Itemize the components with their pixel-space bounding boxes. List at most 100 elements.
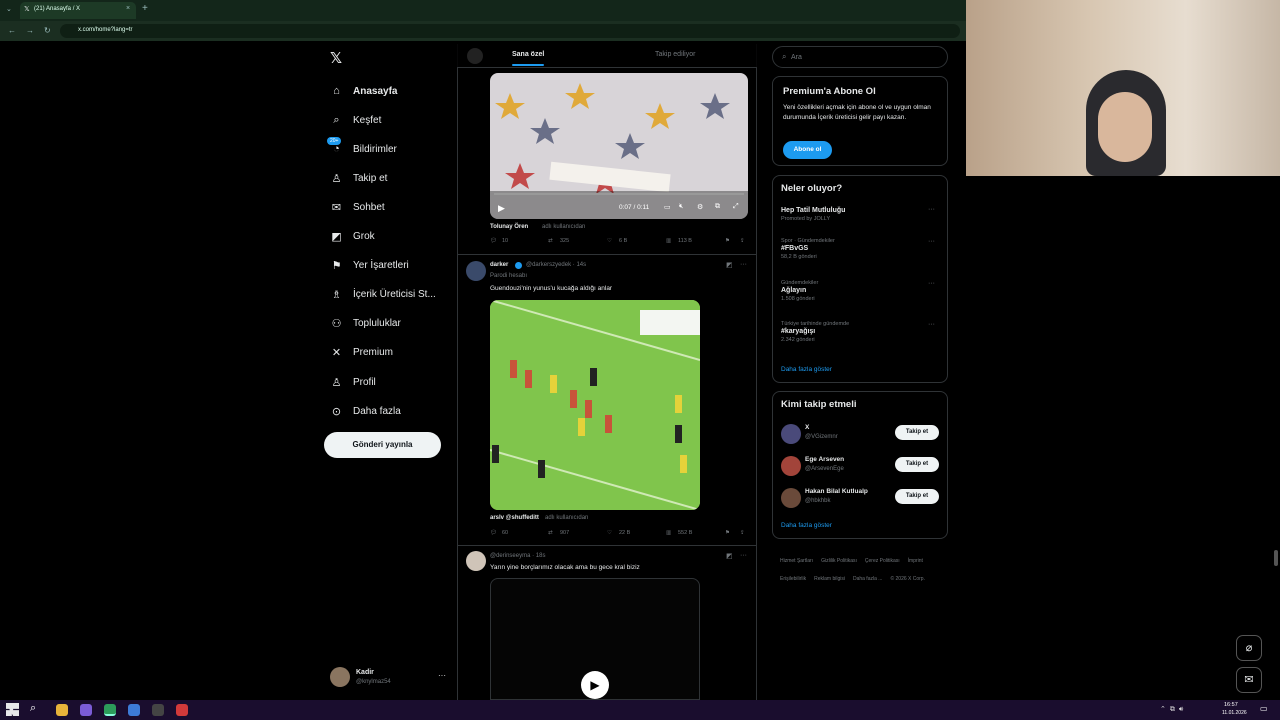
mute-icon[interactable]: 🔇︎ — [679, 203, 683, 211]
like-icon[interactable]: ♡ — [607, 238, 612, 244]
footer-link[interactable]: Daha fazla ... — [853, 573, 882, 585]
search-input[interactable]: ⌕ Ara — [772, 46, 948, 68]
new-tab-button[interactable]: + — [142, 3, 148, 14]
post-button[interactable]: Gönderi yayınla — [324, 432, 441, 458]
footer-link[interactable]: İmprint — [908, 555, 923, 567]
more-icon[interactable]: ··· — [438, 671, 446, 680]
sidebar-item-1[interactable]: ⌂ Anasayfa — [330, 80, 397, 102]
follow-button[interactable]: Takip et — [895, 425, 939, 440]
tweet-video[interactable]: ▶ 0:07 / 0:11 ▭ 🔇︎ ⚙ ⧉ ⤢ — [490, 73, 748, 219]
tweet-video[interactable]: ▶ — [490, 578, 700, 700]
follow-name[interactable]: X — [805, 424, 809, 431]
settings-icon[interactable]: ⚙ — [697, 203, 703, 211]
bookmark-icon[interactable]: ⚑ — [725, 238, 730, 244]
trend-item[interactable]: Spor · Gündemdekiler #FBvGS 58,2 B gönderi… — [781, 238, 941, 260]
grok-icon[interactable]: ◩ — [726, 552, 733, 560]
x-logo-icon[interactable]: 𝕏 — [330, 49, 342, 67]
reply-icon[interactable]: 💬︎ — [490, 530, 497, 536]
search-icon[interactable]: ⌕ — [30, 702, 36, 715]
share-icon[interactable]: ⇪ — [740, 530, 745, 536]
tray-icons[interactable]: ⌃⧉🔊︎ — [1160, 705, 1187, 714]
repost-icon[interactable]: ⇄ — [548, 530, 553, 536]
more-icon[interactable]: ··· — [928, 206, 935, 213]
play-icon[interactable]: ▶ — [581, 671, 609, 699]
tweet-author[interactable]: darker — [490, 262, 508, 268]
avatar[interactable] — [781, 488, 801, 508]
file-explorer-icon[interactable] — [56, 704, 68, 716]
account-switcher[interactable]: Kadir @knylmaz54 ··· — [330, 667, 450, 689]
play-icon[interactable]: ▶ — [498, 203, 505, 214]
browser-tab[interactable]: (21) Anasayfa / X 𝕏 × — [20, 2, 136, 19]
like-icon[interactable]: ♡ — [607, 530, 612, 536]
grok-float-button[interactable]: ⌀ — [1236, 635, 1262, 661]
trend-item[interactable]: Hep Tatil Mutluluğu Promoted by JOLLY ··· — [781, 206, 941, 222]
fullscreen-icon[interactable]: ⤢ — [733, 203, 739, 211]
scrollbar-thumb[interactable] — [1274, 550, 1278, 566]
sidebar-item-2[interactable]: ⌕ Keşfet — [330, 109, 381, 131]
views-icon[interactable]: ▥ — [666, 238, 671, 244]
chrome-icon[interactable] — [104, 704, 116, 716]
close-tab-icon[interactable]: × — [126, 5, 130, 12]
credit-name[interactable]: arslv @shuffeditt — [490, 515, 539, 521]
tab-for-you[interactable]: Sana özel — [512, 51, 544, 58]
follow-name[interactable]: Hakan Bilal Kutlualp — [805, 488, 868, 495]
trend-item[interactable]: Gündemdekiler Ağlayın 1.508 gönderi ··· — [781, 280, 941, 302]
credit-name[interactable]: Tolunay Ören — [490, 224, 528, 230]
repost-icon[interactable]: ⇄ — [548, 238, 553, 244]
tab-list-icon[interactable]: ⌄ — [6, 5, 12, 13]
footer-link[interactable]: Gizlilik Politikası — [821, 555, 857, 567]
sidebar-item-9[interactable]: ⚇ Topluluklar — [330, 312, 401, 334]
follow-button[interactable]: Takip et — [895, 457, 939, 472]
sidebar-item-5[interactable]: ✉ Sohbet — [330, 196, 385, 218]
show-more-link[interactable]: Daha fazla göster — [781, 522, 832, 529]
sidebar-item-8[interactable]: ♗ İçerik Üreticisi St... — [330, 283, 436, 305]
url-field[interactable]: x.com/home?lang=tr — [60, 24, 960, 38]
captions-icon[interactable]: ▭ — [664, 203, 671, 211]
share-icon[interactable]: ⇪ — [740, 238, 745, 244]
messages-float-button[interactable]: ✉ — [1236, 667, 1262, 693]
footer-link[interactable]: Erişilebilirlik — [780, 573, 806, 585]
sidebar-item-4[interactable]: ♙ Takip et — [330, 167, 388, 189]
footer-link[interactable]: Hizmet Şartları — [780, 555, 813, 567]
more-icon[interactable]: ··· — [928, 280, 935, 287]
more-icon[interactable]: ··· — [740, 552, 747, 559]
app-icon[interactable] — [176, 704, 188, 716]
subscribe-button[interactable]: Abone ol — [783, 141, 832, 159]
sidebar-item-12[interactable]: ⊙ Daha fazla — [330, 400, 401, 422]
forward-icon[interactable]: → — [26, 26, 34, 35]
follow-button[interactable]: Takip et — [895, 489, 939, 504]
sidebar-item-10[interactable]: ✕ Premium — [330, 341, 393, 363]
footer-link[interactable]: © 2026 X Corp. — [890, 573, 925, 585]
avatar[interactable] — [781, 456, 801, 476]
grok-icon[interactable]: ◩ — [726, 261, 733, 269]
reply-icon[interactable]: 💬︎ — [490, 238, 497, 244]
tweet-video[interactable] — [490, 300, 700, 510]
sidebar-item-6[interactable]: ◩ Grok — [330, 225, 374, 247]
show-more-link[interactable]: Daha fazla göster — [781, 366, 832, 373]
tweet-handle[interactable]: @derinseeyma · 18s — [490, 553, 545, 559]
notifications-icon[interactable]: ▭ — [1260, 704, 1268, 713]
start-icon[interactable] — [6, 703, 19, 716]
tweet-handle[interactable]: @darkerszyedek · 14s — [526, 262, 586, 268]
avatar[interactable] — [466, 261, 486, 281]
reload-icon[interactable]: ↻ — [44, 26, 51, 35]
bookmark-icon[interactable]: ⚑ — [725, 530, 730, 536]
avatar[interactable] — [466, 551, 486, 571]
sidebar-item-7[interactable]: ⚑ Yer İşaretleri — [330, 254, 409, 276]
views-icon[interactable]: ▥ — [666, 530, 671, 536]
more-icon[interactable]: ··· — [928, 321, 935, 328]
sidebar-item-11[interactable]: ♙ Profil — [330, 371, 376, 393]
more-icon[interactable]: ··· — [928, 238, 935, 245]
back-icon[interactable]: ← — [8, 26, 16, 35]
tab-following[interactable]: Takip ediliyor — [655, 51, 695, 58]
app-icon[interactable] — [128, 704, 140, 716]
footer-link[interactable]: Çerez Politikası — [865, 555, 900, 567]
app-icon[interactable] — [80, 704, 92, 716]
avatar[interactable] — [781, 424, 801, 444]
follow-name[interactable]: Ege Arseven — [805, 456, 844, 463]
footer-link[interactable]: Reklam bilgisi — [814, 573, 845, 585]
app-icon[interactable] — [152, 704, 164, 716]
trend-item[interactable]: Türkiye tarihinde gündemde #karyağışı 2.34… — [781, 321, 941, 343]
more-icon[interactable]: ··· — [740, 261, 747, 268]
pip-icon[interactable]: ⧉ — [715, 203, 720, 211]
